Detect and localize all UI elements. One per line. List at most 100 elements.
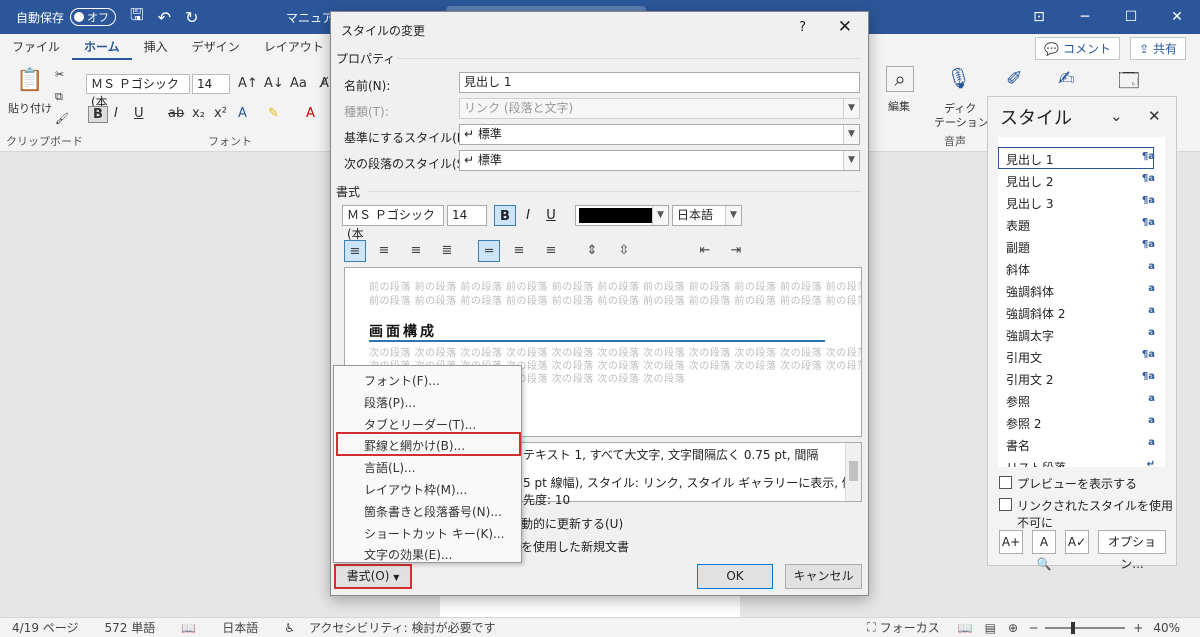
menu-item-paragraph[interactable]: 段落(P)...	[364, 394, 416, 411]
italic-icon[interactable]: I	[114, 106, 118, 121]
reuse-files-icon[interactable]: 🗔	[1118, 66, 1140, 100]
zoom-level[interactable]: 40%	[1153, 621, 1180, 635]
style-item[interactable]: 副題	[1006, 239, 1030, 256]
increase-spacing-icon[interactable]: ⇕	[581, 240, 603, 262]
one-half-spacing-icon[interactable]: ≡	[508, 240, 530, 262]
menu-item-numbering[interactable]: 箇条書きと段落番号(N)...	[364, 503, 502, 520]
redo-icon[interactable]: ↻	[185, 8, 198, 27]
dialog-bold-icon[interactable]: B	[494, 205, 516, 226]
tab-file[interactable]: ファイル	[0, 34, 72, 60]
show-preview-checkbox[interactable]	[999, 476, 1012, 489]
read-mode-icon[interactable]: 📖	[958, 621, 973, 635]
tab-layout[interactable]: レイアウト	[252, 34, 336, 60]
dialog-close-icon[interactable]: ✕	[838, 17, 852, 37]
word-count[interactable]: 572 単語	[105, 619, 156, 636]
focus-icon[interactable]: ⛶	[867, 620, 875, 635]
focus-label[interactable]: フォーカス	[880, 619, 940, 636]
print-layout-icon[interactable]: ▤	[985, 621, 996, 635]
menu-item-frame[interactable]: レイアウト枠(M)...	[364, 481, 467, 498]
tab-insert[interactable]: 挿入	[132, 34, 180, 60]
zoom-out-icon[interactable]: ─	[1030, 621, 1037, 635]
align-right-icon[interactable]: ≡	[405, 240, 427, 262]
menu-item-borders[interactable]: 罫線と網かけ(B)...	[364, 437, 465, 454]
style-inspector-icon[interactable]: A🔍	[1032, 530, 1056, 571]
style-item[interactable]: 参照	[1006, 393, 1030, 410]
font-color-select[interactable]: ▼	[575, 205, 669, 226]
clear-format-icon[interactable]: A̸	[320, 76, 329, 91]
align-left-icon[interactable]: ≡	[344, 240, 366, 262]
share-button[interactable]: ⇪ 共有	[1130, 37, 1186, 60]
style-item[interactable]: 強調斜体	[1006, 283, 1054, 300]
menu-item-language[interactable]: 言語(L)...	[364, 459, 416, 476]
new-style-icon[interactable]: A+	[999, 530, 1023, 554]
double-spacing-icon[interactable]: ≡	[540, 240, 562, 262]
auto-update-label[interactable]: 動的に更新する(U)	[521, 515, 623, 532]
zoom-in-icon[interactable]: +	[1133, 621, 1143, 635]
tab-home[interactable]: ホーム	[72, 34, 132, 60]
cut-icon[interactable]: ✂	[55, 68, 64, 81]
maximize-icon[interactable]: ☐	[1108, 0, 1154, 34]
base-style-select[interactable]: ↵ 標準 ▼	[459, 124, 860, 145]
style-item[interactable]: 見出し 2	[1006, 173, 1053, 190]
autosave[interactable]: 自動保存 オフ	[16, 8, 117, 26]
style-item[interactable]: 見出し 3	[1006, 195, 1053, 212]
dialog-underline-icon[interactable]: U	[540, 205, 562, 226]
style-item[interactable]: 書名	[1006, 437, 1030, 454]
signature-icon[interactable]: ✍	[1058, 66, 1075, 90]
accessibility-status[interactable]: アクセシビリティ: 検討が必要です	[309, 619, 496, 636]
grow-font-icon[interactable]: A↑	[238, 76, 258, 91]
style-item[interactable]: 強調斜体 2	[1006, 305, 1065, 322]
increase-indent-icon[interactable]: ⇥	[725, 240, 747, 262]
tab-design[interactable]: デザイン	[180, 34, 252, 60]
dialog-italic-icon[interactable]: I	[517, 205, 539, 226]
web-layout-icon[interactable]: ⊕	[1008, 621, 1018, 635]
language-select[interactable]: 日本語 ▼	[672, 205, 742, 226]
edit-label[interactable]: 編集	[888, 98, 910, 114]
disable-linked-checkbox[interactable]	[999, 498, 1012, 511]
strikethrough-icon[interactable]: ab	[168, 106, 184, 121]
style-item[interactable]: 見出し 1	[1006, 151, 1053, 168]
highlight-icon[interactable]: ✎	[268, 106, 279, 121]
single-spacing-icon[interactable]: ═	[478, 240, 500, 262]
bold-icon[interactable]: B	[88, 106, 108, 123]
decrease-indent-icon[interactable]: ⇤	[694, 240, 716, 262]
options-button[interactable]: オプション...	[1098, 530, 1166, 571]
zoom-slider[interactable]	[1045, 621, 1126, 634]
ribbon-display-icon[interactable]: ⊡	[1016, 0, 1062, 34]
align-center-icon[interactable]: ≡	[373, 240, 395, 262]
help-icon[interactable]: ?	[799, 20, 806, 35]
name-field[interactable]: 見出し 1	[459, 72, 860, 93]
close-icon[interactable]: ✕	[1154, 0, 1200, 34]
accessibility-icon[interactable]: ♿	[284, 621, 295, 635]
pane-close-icon[interactable]: ✕	[1148, 107, 1161, 125]
menu-item-font[interactable]: フォント(F)...	[364, 372, 440, 389]
find-icon[interactable]: ⌕	[886, 66, 914, 92]
paste-label[interactable]: 貼り付け	[8, 100, 52, 116]
ok-button[interactable]: OK	[697, 564, 773, 589]
editor-icon[interactable]: ✐	[1006, 66, 1023, 90]
decrease-spacing-icon[interactable]: ⇳	[613, 240, 635, 262]
menu-item-text-effects[interactable]: 文字の効果(E)...	[364, 546, 452, 563]
font-color-icon[interactable]: A	[306, 106, 315, 121]
new-document-label[interactable]: を使用した新規文書	[521, 538, 629, 555]
change-case-icon[interactable]: Aa	[290, 76, 307, 91]
description-scrollbar[interactable]	[845, 443, 861, 501]
format-menu-button[interactable]: 書式(O) ▼	[334, 564, 412, 589]
style-item[interactable]: 参照 2	[1006, 415, 1041, 432]
style-item[interactable]: 引用文 2	[1006, 371, 1053, 388]
font-name-box[interactable]: ＭＳ Ｐゴシック (本	[86, 74, 190, 109]
minimize-icon[interactable]: ─	[1062, 0, 1108, 34]
subscript-icon[interactable]: x₂	[192, 106, 205, 121]
save-icon[interactable]: 🖫	[130, 4, 144, 31]
autosave-toggle[interactable]: オフ	[70, 8, 117, 26]
copy-icon[interactable]: ⧉	[55, 90, 63, 104]
language-status[interactable]: 日本語	[222, 619, 258, 636]
underline-icon[interactable]: U	[134, 106, 144, 121]
paste-icon[interactable]: 📋	[12, 68, 48, 93]
dialog-font-size[interactable]: 14	[447, 205, 487, 226]
menu-item-tabs[interactable]: タブとリーダー(T)...	[364, 416, 476, 433]
format-painter-icon[interactable]: 🖌	[55, 112, 69, 125]
superscript-icon[interactable]: x²	[214, 106, 227, 121]
style-item[interactable]: 斜体	[1006, 261, 1030, 278]
next-style-select[interactable]: ↵ 標準 ▼	[459, 150, 860, 171]
